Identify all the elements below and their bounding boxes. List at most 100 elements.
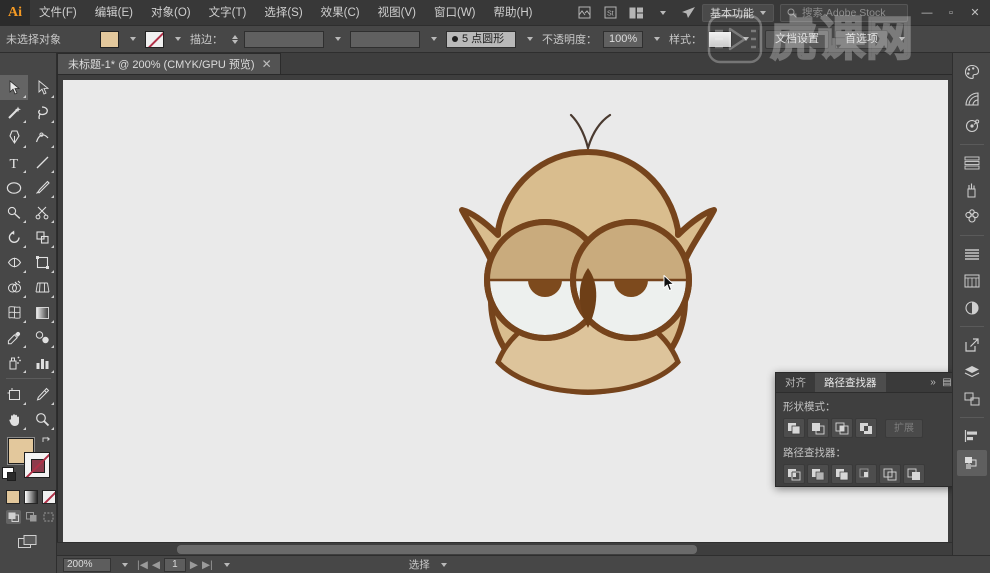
width-tool[interactable] xyxy=(0,250,28,275)
merge-button[interactable] xyxy=(831,464,853,484)
direct-selection-tool[interactable] xyxy=(28,75,56,100)
fill-color-swatch[interactable] xyxy=(100,30,119,48)
tab-align[interactable]: 对齐 xyxy=(776,373,815,392)
stroke-weight-stepper[interactable] xyxy=(232,34,238,44)
close-icon[interactable]: ✕ xyxy=(262,58,272,70)
screen-mode-button[interactable] xyxy=(17,534,39,550)
magic-wand-tool[interactable] xyxy=(0,100,28,125)
stroke-profile-dropdown[interactable] xyxy=(426,31,440,48)
intersect-button[interactable] xyxy=(831,418,853,438)
hand-tool[interactable] xyxy=(0,407,28,432)
stroke-swatch-dropdown[interactable] xyxy=(170,31,184,48)
slice-tool[interactable] xyxy=(28,382,56,407)
color-panel-icon[interactable] xyxy=(957,59,987,85)
menu-view[interactable]: 视图(V) xyxy=(369,0,425,26)
collapse-panel-icon[interactable]: » xyxy=(926,373,940,392)
stroke-color-swatch[interactable] xyxy=(145,30,164,48)
mesh-tool[interactable] xyxy=(0,300,28,325)
horizontal-scroll-thumb[interactable] xyxy=(177,545,697,554)
horizontal-scrollbar[interactable] xyxy=(57,542,952,555)
selection-tool[interactable] xyxy=(0,75,28,100)
pathfinder-panel[interactable]: 对齐 路径查找器 » ▤ 形状模式： 扩展 路径查找器： xyxy=(775,372,955,487)
brush-definition-dropdown[interactable] xyxy=(522,31,536,48)
zoom-tool[interactable] xyxy=(28,407,56,432)
graphic-style-swatch[interactable] xyxy=(708,30,732,48)
last-artboard-button[interactable]: ▶| xyxy=(202,559,213,571)
menu-file[interactable]: 文件(F) xyxy=(30,0,86,26)
minimize-button[interactable]: — xyxy=(916,4,938,22)
lasso-tool[interactable] xyxy=(28,100,56,125)
prev-artboard-button[interactable]: ◀ xyxy=(152,559,160,571)
gradient-panel-icon[interactable] xyxy=(957,241,987,267)
bridge-icon[interactable] xyxy=(573,4,595,22)
menu-select[interactable]: 选择(S) xyxy=(255,0,311,26)
outline-button[interactable] xyxy=(879,464,901,484)
gradient-tool[interactable] xyxy=(28,300,56,325)
scale-tool[interactable] xyxy=(28,225,56,250)
stroke-panel-icon[interactable] xyxy=(957,204,987,230)
gradient-swatch-button[interactable] xyxy=(24,490,38,504)
search-stock-input[interactable]: 搜索 Adobe Stock xyxy=(780,3,908,22)
pen-tool[interactable] xyxy=(0,125,28,150)
opacity-dropdown[interactable] xyxy=(649,31,663,48)
menu-object[interactable]: 对象(O) xyxy=(142,0,200,26)
artboards-panel-icon[interactable] xyxy=(957,386,987,412)
curvature-tool[interactable] xyxy=(28,125,56,150)
stroke-profile-field[interactable] xyxy=(350,30,420,48)
column-graph-tool[interactable] xyxy=(28,350,56,375)
draw-behind-button[interactable] xyxy=(24,510,39,524)
appearance-panel-icon[interactable] xyxy=(957,295,987,321)
color-swatch-button[interactable] xyxy=(6,490,20,504)
minus-front-button[interactable] xyxy=(807,418,829,438)
ellipse-tool[interactable] xyxy=(0,175,28,200)
swap-fill-stroke-icon[interactable] xyxy=(41,436,52,447)
free-transform-tool[interactable] xyxy=(28,250,56,275)
document-setup-button[interactable]: 文档设置 xyxy=(765,29,829,49)
brush-definition-field[interactable]: 5 点圆形 xyxy=(446,30,516,48)
draw-normal-button[interactable] xyxy=(6,510,21,524)
menu-effect[interactable]: 效果(C) xyxy=(312,0,369,26)
symbol-sprayer-tool[interactable] xyxy=(0,350,28,375)
unite-button[interactable] xyxy=(783,418,805,438)
graphic-style-dropdown[interactable] xyxy=(738,31,752,48)
scissors-tool[interactable] xyxy=(28,200,56,225)
symbols-panel-icon[interactable] xyxy=(957,177,987,203)
menu-help[interactable]: 帮助(H) xyxy=(485,0,542,26)
export-panel-icon[interactable] xyxy=(957,332,987,358)
stroke-weight-dropdown[interactable] xyxy=(330,31,344,48)
workspace-switcher[interactable]: 基本功能 xyxy=(702,3,774,22)
artboard-nav-dropdown[interactable] xyxy=(219,556,233,573)
none-swatch-button[interactable] xyxy=(42,490,56,504)
menu-window[interactable]: 窗口(W) xyxy=(425,0,485,26)
status-display-dropdown[interactable] xyxy=(436,556,450,573)
current-tool-label[interactable]: 选择 xyxy=(409,557,430,572)
zoom-level-field[interactable]: 200% xyxy=(63,557,111,572)
brushes-panel-icon[interactable] xyxy=(957,150,987,176)
arrange-documents-icon[interactable] xyxy=(625,4,647,22)
divide-button[interactable] xyxy=(783,464,805,484)
exclude-button[interactable] xyxy=(855,418,877,438)
stock-icon[interactable]: St xyxy=(599,4,621,22)
swatches-panel-icon[interactable] xyxy=(957,113,987,139)
pathfinder-panel-icon[interactable] xyxy=(956,450,987,476)
transparency-panel-icon[interactable] xyxy=(957,268,987,294)
default-fill-stroke-icon[interactable] xyxy=(2,467,16,481)
stroke-color-control[interactable] xyxy=(24,452,50,478)
paintbrush-tool[interactable] xyxy=(28,175,56,200)
perspective-grid-tool[interactable] xyxy=(28,275,56,300)
menu-type[interactable]: 文字(T) xyxy=(200,0,256,26)
pencil-tool[interactable] xyxy=(0,200,28,225)
share-icon[interactable] xyxy=(677,4,699,22)
stroke-weight-field[interactable] xyxy=(244,30,324,48)
layers-panel-icon[interactable] xyxy=(957,359,987,385)
shape-builder-tool[interactable] xyxy=(0,275,28,300)
opacity-field[interactable]: 100% xyxy=(603,30,643,48)
zoom-level-dropdown[interactable] xyxy=(117,556,131,573)
maximize-button[interactable]: ▫ xyxy=(940,4,962,22)
next-artboard-button[interactable]: ▶ xyxy=(190,559,198,571)
eyedropper-tool[interactable] xyxy=(0,325,28,350)
line-segment-tool[interactable] xyxy=(28,150,56,175)
artboard-tool[interactable] xyxy=(0,382,28,407)
artboard-number-field[interactable]: 1 xyxy=(163,557,186,572)
blend-tool[interactable] xyxy=(28,325,56,350)
